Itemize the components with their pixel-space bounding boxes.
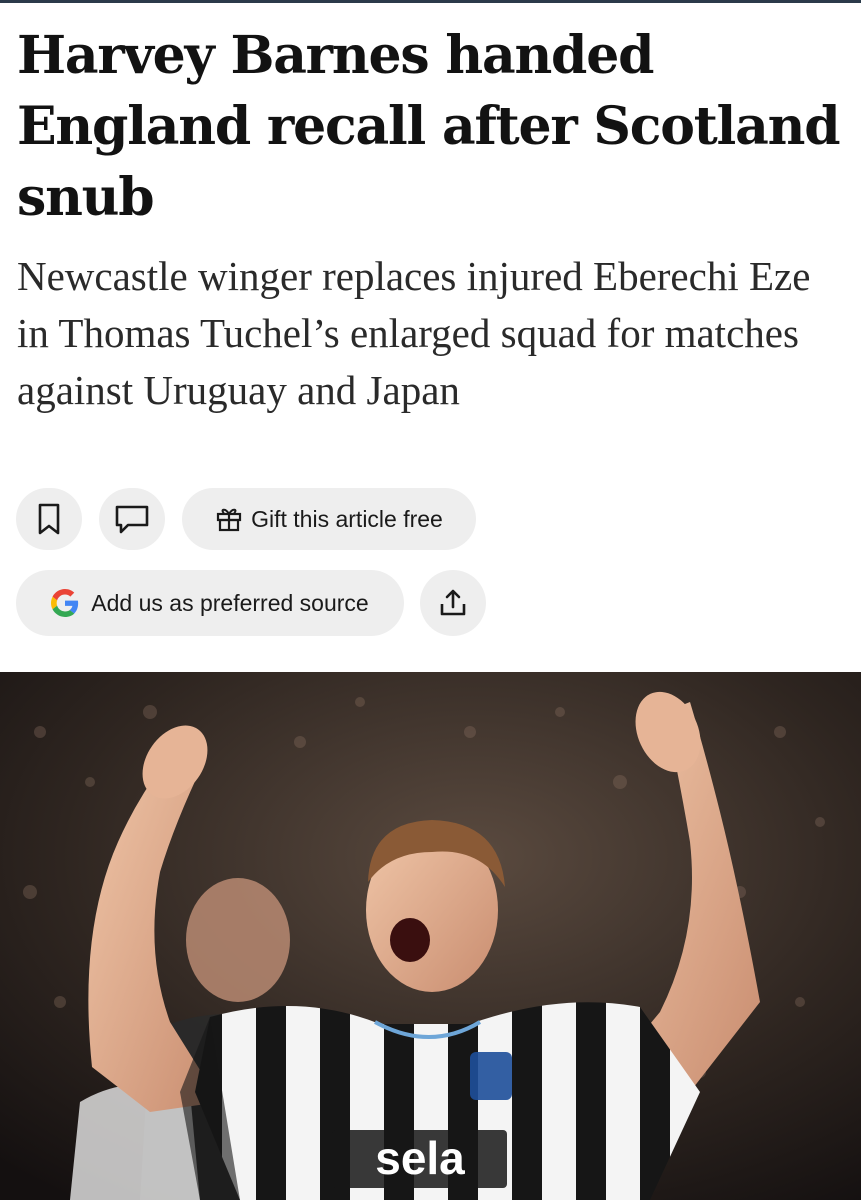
preferred-source-label: Add us as preferred source (91, 589, 369, 616)
save-article-button[interactable] (16, 488, 82, 550)
google-g-icon (51, 589, 79, 617)
shirt-sponsor-text: sela (375, 1132, 465, 1184)
gift-article-label: Gift this article free (251, 505, 443, 532)
add-preferred-source-button[interactable]: Add us as preferred source (16, 570, 404, 636)
gift-icon (217, 508, 242, 532)
gift-article-button[interactable]: Gift this article free (182, 488, 476, 550)
top-divider (0, 0, 861, 3)
comments-button[interactable] (99, 488, 165, 550)
share-icon (440, 589, 466, 616)
hero-photo: sela (0, 672, 861, 1200)
comment-icon (115, 505, 149, 534)
bookmark-icon (38, 503, 60, 535)
article-standfirst: Newcastle winger replaces injured Eberec… (17, 253, 811, 413)
share-button[interactable] (420, 570, 486, 636)
article-headline: Harvey Barnes handed England recall afte… (17, 25, 841, 228)
